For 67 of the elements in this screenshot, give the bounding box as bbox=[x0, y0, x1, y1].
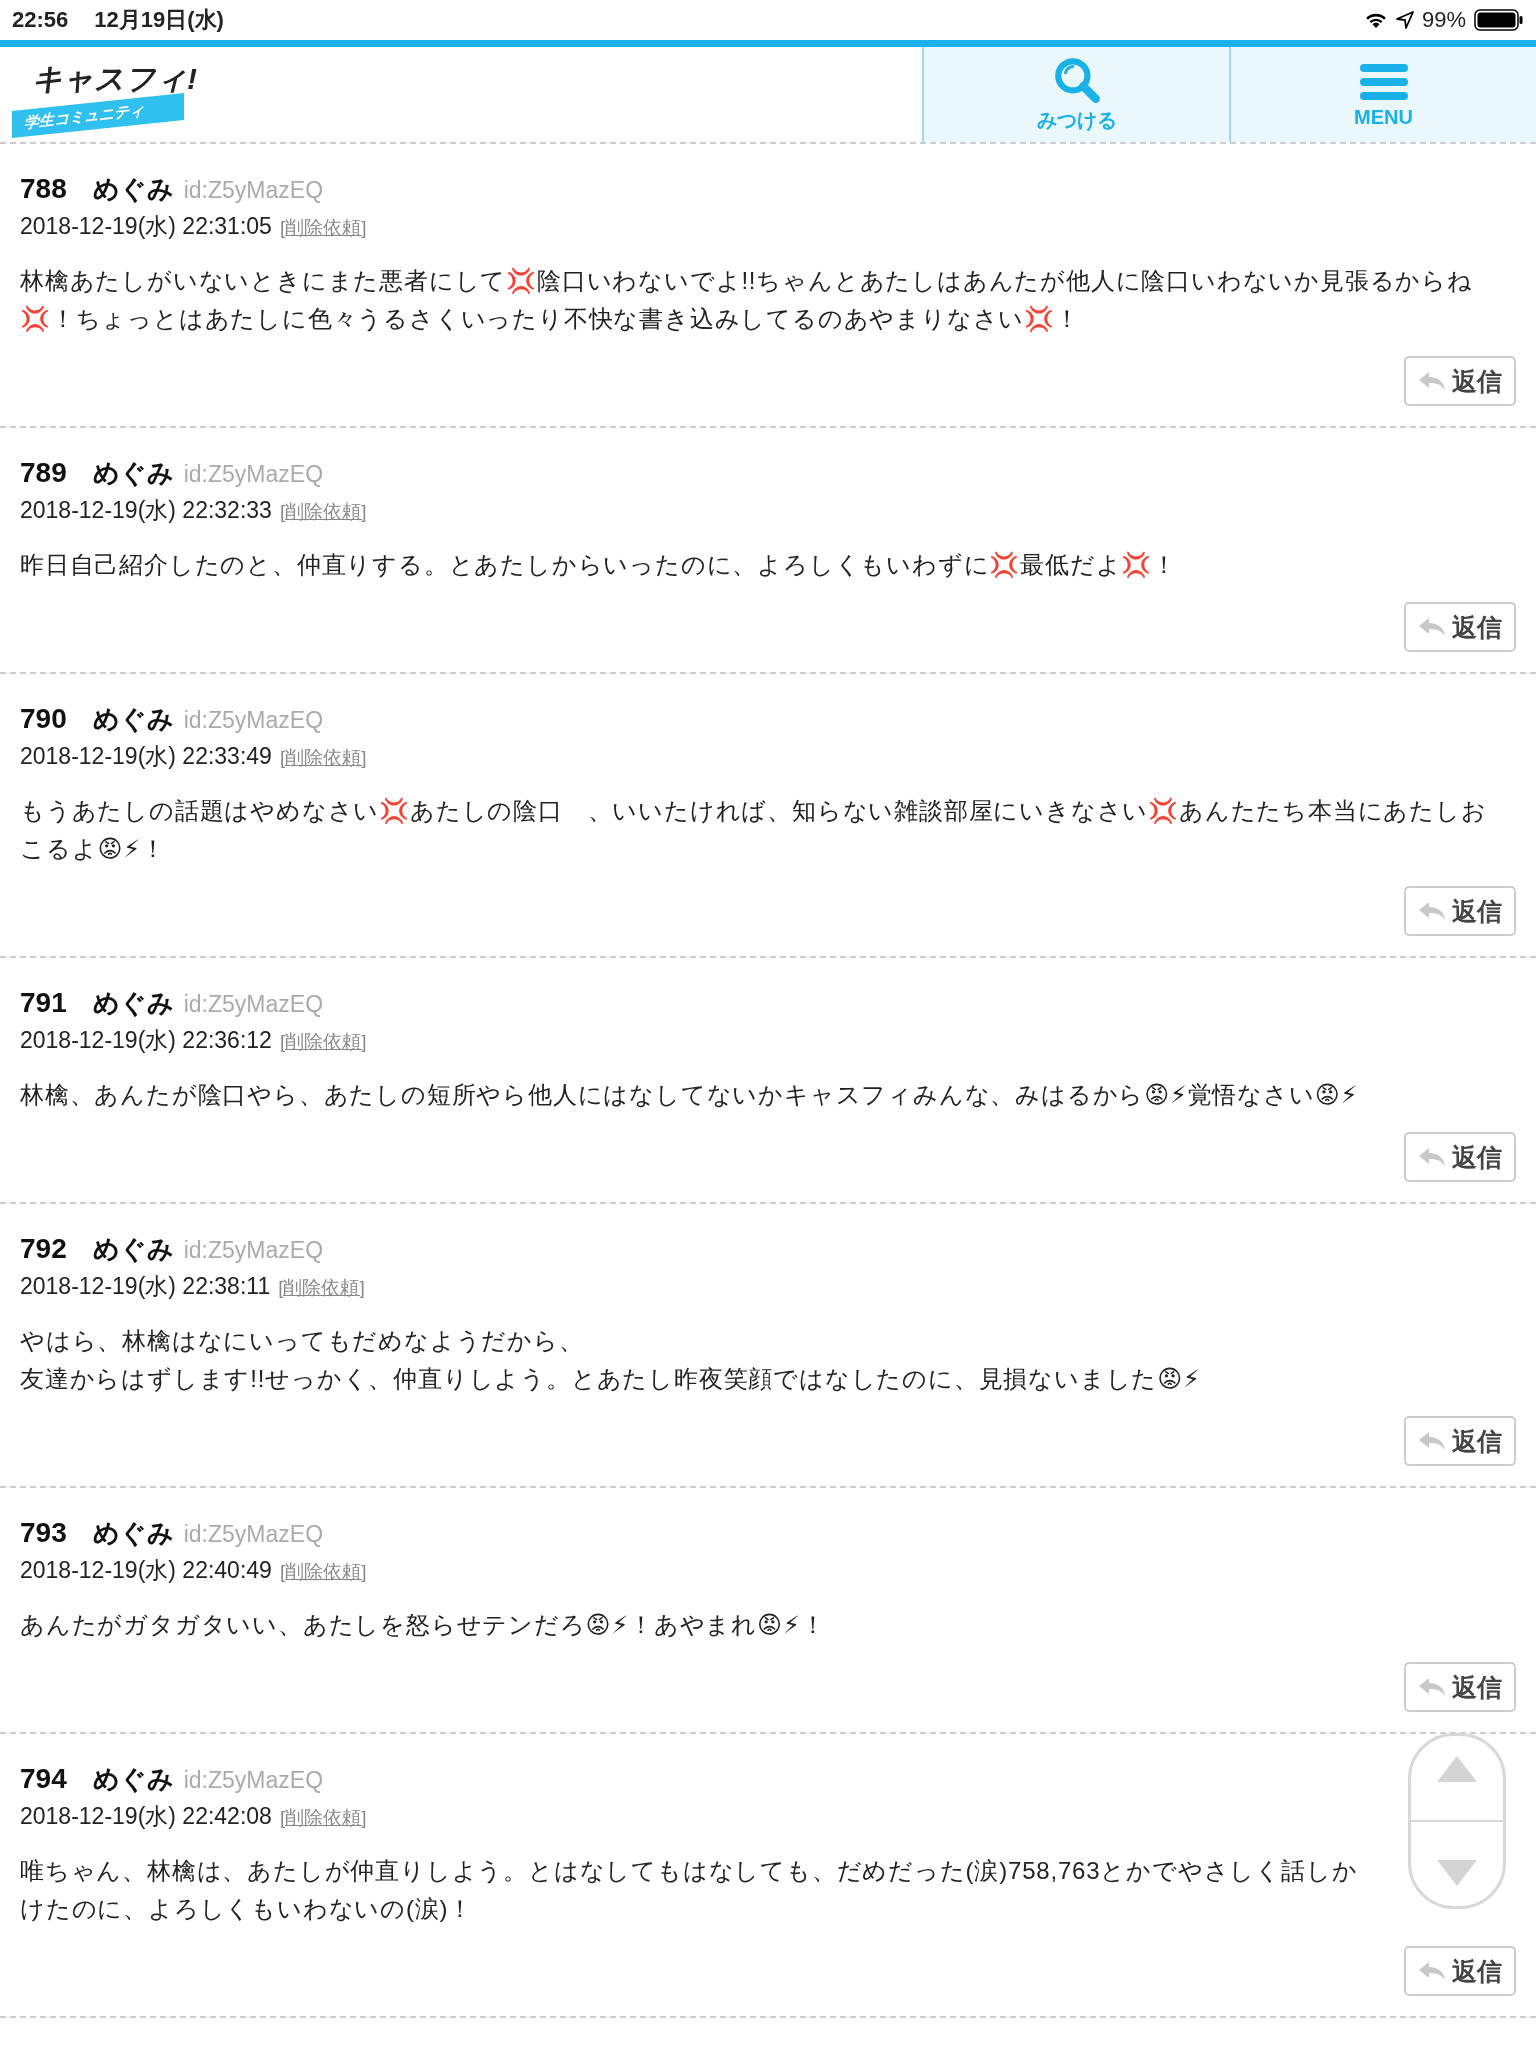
post-datetime: 2018-12-19(水) 22:40:49 bbox=[20, 1556, 272, 1585]
post-datetime: 2018-12-19(水) 22:38:11 bbox=[20, 1272, 271, 1301]
reply-button[interactable]: 返信 bbox=[1404, 1946, 1516, 1996]
battery-percent: 99% bbox=[1421, 7, 1466, 33]
reply-button[interactable]: 返信 bbox=[1404, 602, 1516, 652]
reply-button[interactable]: 返信 bbox=[1404, 886, 1516, 936]
poster-id: id:Z5yMazEQ bbox=[183, 1521, 324, 1548]
reply-arrow-icon bbox=[1418, 371, 1446, 391]
reply-arrow-icon bbox=[1418, 901, 1446, 921]
reply-arrow-icon bbox=[1418, 1677, 1446, 1697]
post-text: 林檎、あんたが陰口やら、あたしの短所やら他人にはなしてないかキャスフィみんな、みはるから😡⚡覚悟なさい😡⚡ bbox=[20, 1080, 1360, 1110]
status-time: 22:56 bbox=[12, 7, 69, 33]
post-text: もうあたしの話題はやめなさい💢あたしの陰口 、いいたければ、知らない雑談部屋にいきなさい💢あんたたち本当にあたしおこるよ😡⚡！ bbox=[20, 796, 1488, 864]
post-number: 791 bbox=[20, 987, 67, 1019]
post-datetime: 2018-12-19(水) 22:33:49 bbox=[20, 742, 272, 771]
location-arrow-icon bbox=[1395, 11, 1414, 29]
post-number: 789 bbox=[20, 457, 67, 489]
report-link[interactable]: [削除依頼] bbox=[279, 1559, 367, 1585]
report-link[interactable]: [削除依頼] bbox=[279, 1805, 367, 1831]
poster-name: めぐみ bbox=[92, 457, 174, 490]
report-link[interactable]: [削除依頼] bbox=[279, 745, 367, 771]
poster-id: id:Z5yMazEQ bbox=[183, 1237, 324, 1264]
reply-button[interactable]: 返信 bbox=[1404, 1662, 1516, 1712]
post-number: 792 bbox=[20, 1233, 67, 1265]
poster-id: id:Z5yMazEQ bbox=[183, 991, 324, 1018]
reply-arrow-icon bbox=[1418, 617, 1446, 637]
post-datetime: 2018-12-19(水) 22:42:08 bbox=[20, 1802, 272, 1831]
poster-name: めぐみ bbox=[92, 703, 174, 736]
report-link[interactable]: [削除依頼] bbox=[278, 1275, 365, 1301]
poster-id: id:Z5yMazEQ bbox=[183, 1767, 324, 1794]
scroll-up-icon[interactable] bbox=[1435, 1754, 1479, 1784]
post-text: 友達からはずします!!せっかく、仲直りしよう。とあたし昨夜笑顔ではなしたのに、見損ないました😡⚡ bbox=[20, 1364, 1202, 1394]
site-logo[interactable]: キャスフィ! 学生コミュニティ bbox=[0, 47, 922, 142]
post-datetime: 2018-12-19(水) 22:32:33 bbox=[20, 496, 272, 525]
reply-button[interactable]: 返信 bbox=[1404, 1132, 1516, 1182]
post-number: 794 bbox=[20, 1763, 67, 1795]
poster-id: id:Z5yMazEQ bbox=[183, 707, 324, 734]
post-text: やはら、林檎はなにいってもだめなようだから、 bbox=[20, 1326, 585, 1356]
post-datetime: 2018-12-19(水) 22:31:05 bbox=[20, 212, 272, 241]
search-button[interactable]: みつける bbox=[922, 47, 1229, 142]
poster-id: id:Z5yMazEQ bbox=[183, 461, 324, 488]
report-link[interactable]: [削除依頼] bbox=[279, 215, 367, 241]
status-date: 12月19日(水) bbox=[94, 6, 224, 34]
post-text: あんたがガタガタいい、あたしを怒らせテンだろ😡⚡！あやまれ😡⚡！ bbox=[20, 1610, 827, 1640]
post-datetime: 2018-12-19(水) 22:36:12 bbox=[20, 1026, 272, 1055]
reply-arrow-icon bbox=[1418, 1147, 1446, 1167]
post-number: 793 bbox=[20, 1517, 67, 1549]
post-text: 昨日自己紹介したのと、仲直りする。とあたしからいったのに、よろしくもいわずに💢最低だよ💢！ bbox=[20, 550, 1178, 580]
post-text: 唯ちゃん、林檎は、あたしが仲直りしよう。とはなしてもはなしても、だめだった(涙)758,763とかでやさしく話しかけたのに、よろしくもいわないの(涙)！ bbox=[20, 1856, 1359, 1924]
scroll-down-icon[interactable] bbox=[1435, 1858, 1479, 1888]
reply-button[interactable]: 返信 bbox=[1404, 1416, 1516, 1466]
report-link[interactable]: [削除依頼] bbox=[279, 499, 367, 525]
reply-arrow-icon bbox=[1418, 1961, 1446, 1981]
poster-name: めぐみ bbox=[92, 1517, 174, 1550]
reply-button[interactable]: 返信 bbox=[1404, 356, 1516, 406]
report-link[interactable]: [削除依頼] bbox=[279, 1029, 367, 1055]
poster-name: めぐみ bbox=[92, 1763, 174, 1796]
post-number: 788 bbox=[20, 173, 67, 205]
poster-name: めぐみ bbox=[92, 1233, 174, 1266]
post-text: 林檎あたしがいないときにまた悪者にして💢陰口いわないでよ!!ちゃんとあたしはあんたが他人に陰口いわないか見張るからね💢！ちょっとはあたしに色々うるさくいったり不快な書き込みしてるのあやまりなさい💢！ bbox=[20, 266, 1474, 334]
battery-icon bbox=[1474, 9, 1524, 31]
reply-arrow-icon bbox=[1418, 1431, 1446, 1451]
poster-name: めぐみ bbox=[92, 173, 174, 206]
poster-id: id:Z5yMazEQ bbox=[183, 177, 324, 204]
poster-name: めぐみ bbox=[92, 987, 174, 1020]
menu-button[interactable]: MENU bbox=[1229, 47, 1536, 142]
post-number: 790 bbox=[20, 703, 67, 735]
